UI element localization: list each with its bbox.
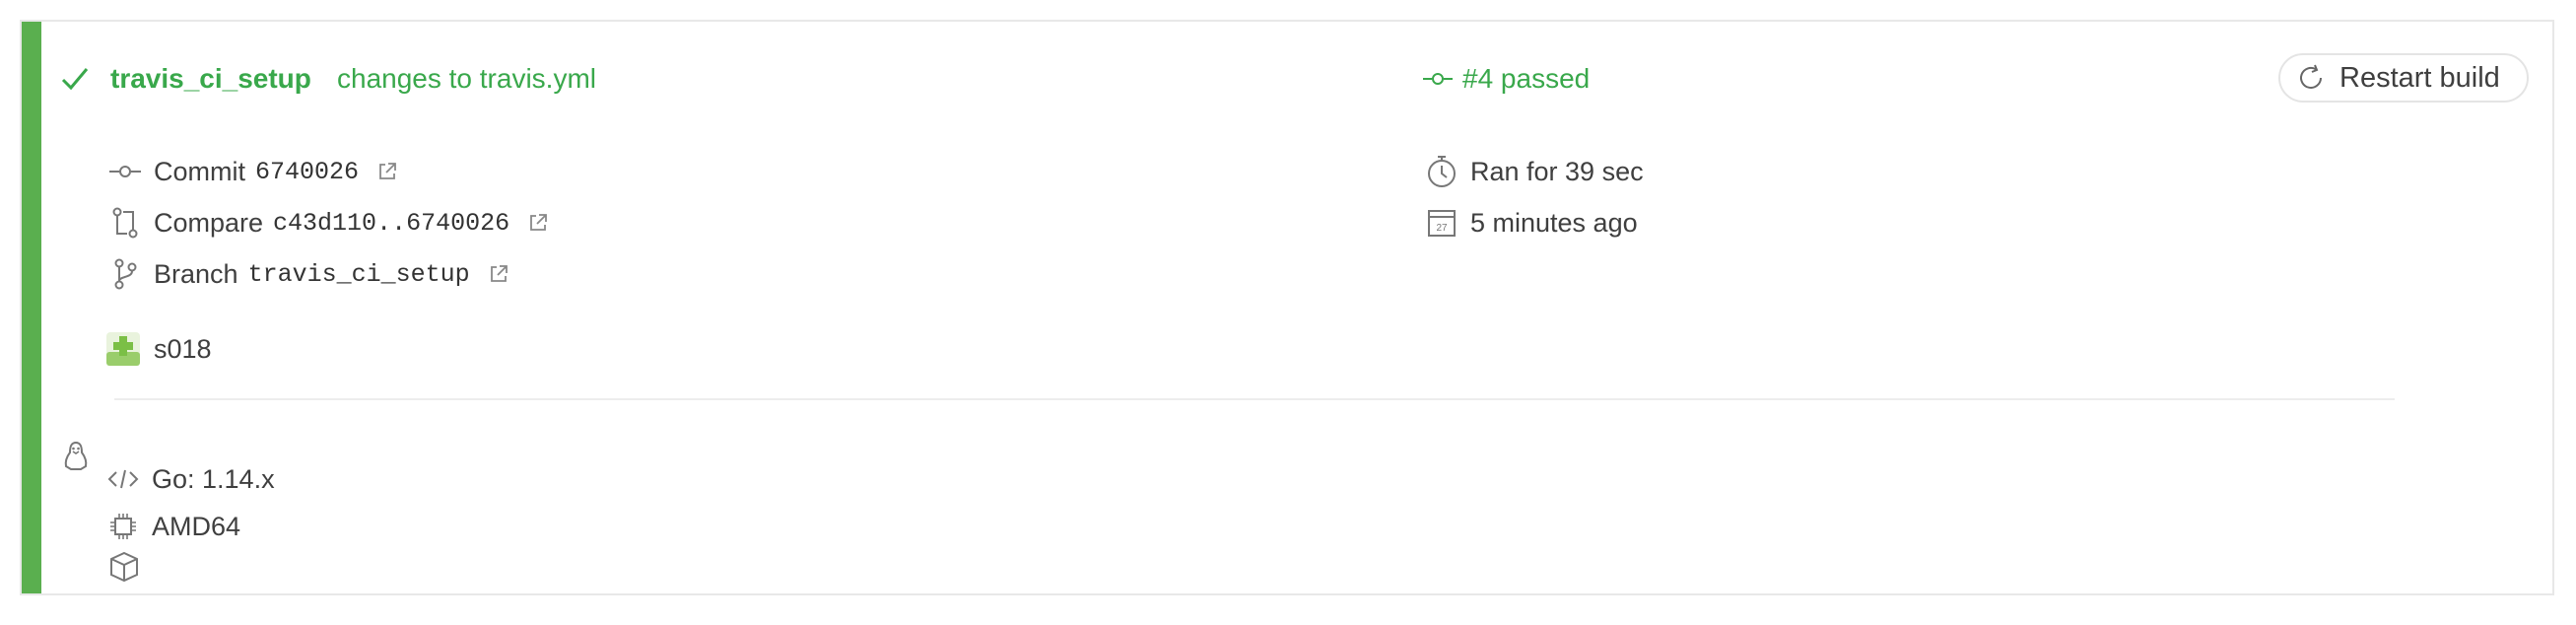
restart-build-button[interactable]: Restart build [2278, 53, 2529, 103]
build-status[interactable]: #4 passed [1423, 59, 1590, 99]
duration-row: Ran for 39 sec [1425, 152, 1644, 191]
linux-penguin-icon [61, 440, 91, 473]
stopwatch-icon [1425, 155, 1458, 188]
branch-label: Branch [154, 258, 238, 289]
commit-icon [108, 155, 142, 188]
commit-hash-link[interactable]: 6740026 [255, 158, 359, 186]
finished-row: 27 5 minutes ago [1425, 203, 1638, 243]
external-link-icon[interactable] [376, 161, 398, 182]
check-icon [57, 61, 93, 97]
commit-node-icon [1423, 71, 1453, 87]
duration-text: Ran for 39 sec [1470, 156, 1644, 186]
compare-label: Compare [154, 207, 264, 238]
commit-label: Commit [154, 156, 245, 186]
avatar [106, 332, 140, 366]
external-link-icon[interactable] [488, 263, 509, 285]
branch-title-link[interactable]: travis_ci_setup [110, 59, 311, 99]
author-name: s018 [154, 333, 212, 364]
branch-icon [108, 257, 142, 291]
compare-row: Compare c43d110..6740026 [108, 203, 549, 243]
external-link-icon[interactable] [527, 212, 549, 234]
arch-text: AMD64 [152, 511, 241, 541]
package-box-icon [108, 550, 140, 584]
cpu-icon [106, 510, 140, 543]
compare-icon [108, 206, 142, 240]
commit-row: Commit 6740026 [108, 152, 398, 191]
restart-build-label: Restart build [2339, 61, 2500, 94]
code-icon [106, 462, 140, 496]
status-stripe [22, 22, 41, 593]
build-card: travis_ci_setup changes to travis.yml #4… [20, 20, 2554, 595]
language-row: Go: 1.14.x [106, 459, 275, 499]
calendar-icon: 27 [1425, 206, 1458, 240]
branch-value-link[interactable]: travis_ci_setup [248, 260, 470, 289]
commit-message-link[interactable]: changes to travis.yml [337, 59, 596, 99]
finished-text: 5 minutes ago [1470, 207, 1638, 238]
build-status-text: #4 passed [1462, 63, 1591, 94]
divider [114, 398, 2395, 400]
arch-row: AMD64 [106, 507, 240, 546]
branch-row: Branch travis_ci_setup [108, 254, 509, 294]
calendar-day: 27 [1436, 223, 1448, 234]
author-row: s018 [106, 329, 212, 369]
restart-icon [2296, 63, 2326, 93]
language-text: Go: 1.14.x [152, 463, 275, 494]
compare-range-link[interactable]: c43d110..6740026 [273, 209, 509, 238]
